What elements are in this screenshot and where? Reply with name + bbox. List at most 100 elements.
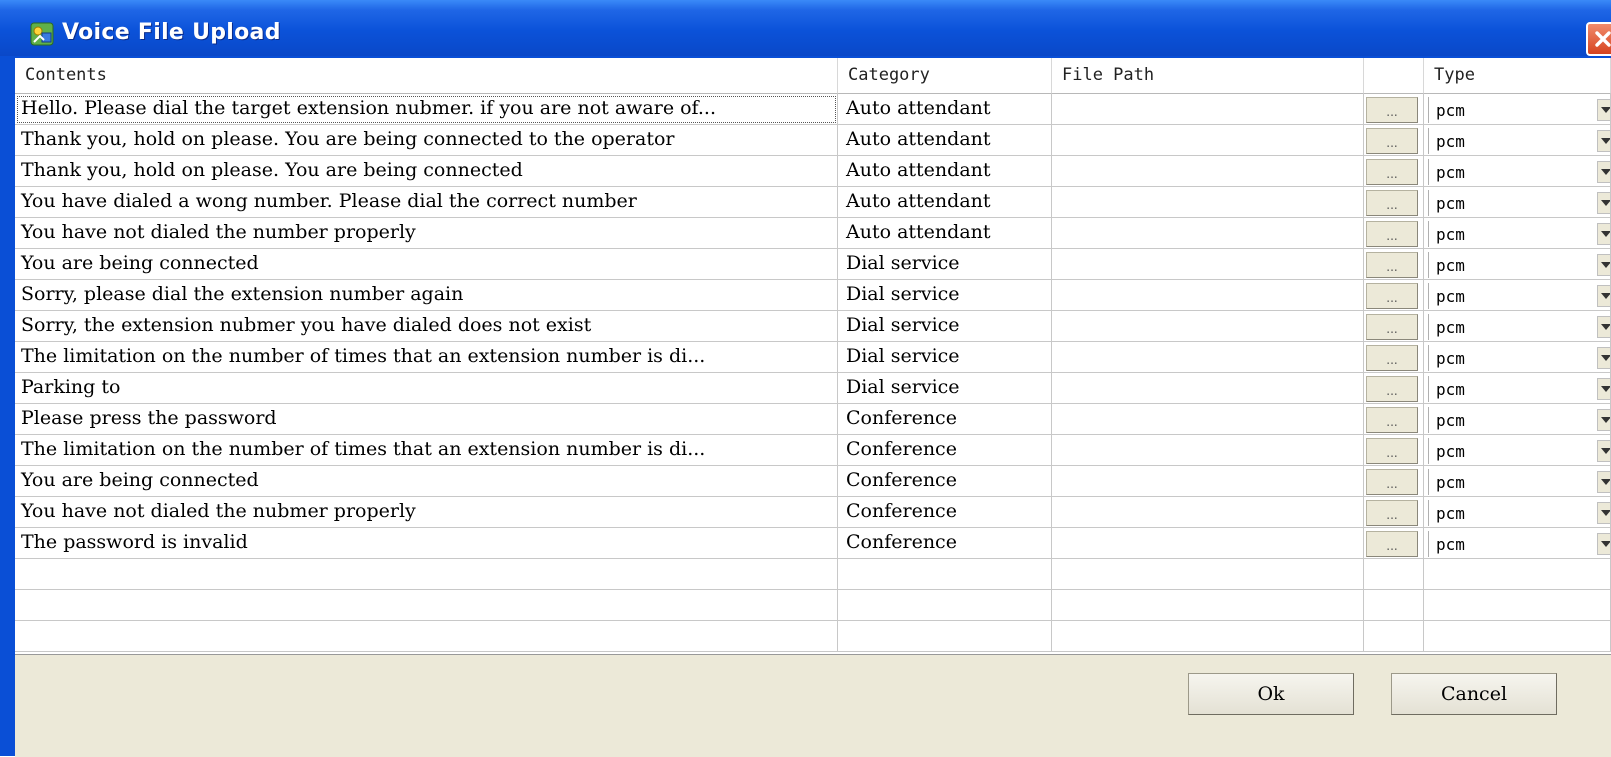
browse-button[interactable]: ...: [1366, 407, 1418, 433]
contents-cell[interactable]: [15, 590, 838, 621]
table-row[interactable]: Hello. Please dial the target extension …: [15, 94, 1611, 125]
column-header-file-path[interactable]: File Path: [1052, 58, 1364, 94]
file-path-cell[interactable]: [1052, 466, 1364, 497]
table-row[interactable]: Sorry, please dial the extension number …: [15, 280, 1611, 311]
file-path-cell[interactable]: [1052, 621, 1364, 652]
category-cell[interactable]: Dial service: [838, 373, 1052, 404]
category-cell[interactable]: Conference: [838, 528, 1052, 559]
category-cell[interactable]: Dial service: [838, 342, 1052, 373]
file-path-cell[interactable]: [1052, 342, 1364, 373]
table-row[interactable]: You have not dialed the number properly A…: [15, 218, 1611, 249]
category-cell[interactable]: Auto attendant: [838, 94, 1052, 125]
table-row[interactable]: Thank you, hold on please. You are being…: [15, 125, 1611, 156]
table-row[interactable]: The password is invalid Conference... pcm: [15, 528, 1611, 559]
contents-cell[interactable]: You are being connected: [15, 249, 838, 280]
close-button[interactable]: [1586, 22, 1611, 56]
table-row[interactable]: Sorry, the extension nubmer you have dia…: [15, 311, 1611, 342]
category-cell[interactable]: Dial service: [838, 249, 1052, 280]
type-select[interactable]: pcm: [1428, 531, 1611, 557]
type-select[interactable]: pcm: [1428, 159, 1611, 185]
browse-button[interactable]: ...: [1366, 314, 1418, 340]
chevron-down-icon[interactable]: [1597, 161, 1611, 183]
file-path-cell[interactable]: [1052, 497, 1364, 528]
title-bar[interactable]: Voice File Upload: [0, 0, 1611, 56]
column-header-category[interactable]: Category: [838, 58, 1052, 94]
contents-cell[interactable]: The limitation on the number of times th…: [15, 435, 838, 466]
browse-button[interactable]: ...: [1366, 500, 1418, 526]
chevron-down-icon[interactable]: [1597, 533, 1611, 555]
category-cell[interactable]: [838, 590, 1052, 621]
category-cell[interactable]: [838, 621, 1052, 652]
contents-cell[interactable]: You have dialed a wong number. Please di…: [15, 187, 838, 218]
file-path-cell[interactable]: [1052, 311, 1364, 342]
browse-button[interactable]: ...: [1366, 345, 1418, 371]
file-path-cell[interactable]: [1052, 528, 1364, 559]
type-select[interactable]: pcm: [1428, 128, 1611, 154]
contents-cell[interactable]: Please press the password: [15, 404, 838, 435]
category-cell[interactable]: Auto attendant: [838, 187, 1052, 218]
cancel-button[interactable]: Cancel: [1391, 673, 1557, 715]
table-row[interactable]: You are being connected Dial service... pc…: [15, 249, 1611, 280]
chevron-down-icon[interactable]: [1597, 409, 1611, 431]
file-path-cell[interactable]: [1052, 435, 1364, 466]
chevron-down-icon[interactable]: [1597, 192, 1611, 214]
file-path-cell[interactable]: [1052, 94, 1364, 125]
table-row[interactable]: You have dialed a wong number. Please di…: [15, 187, 1611, 218]
browse-button[interactable]: ...: [1366, 252, 1418, 278]
column-header-browse[interactable]: [1364, 58, 1424, 94]
contents-cell[interactable]: [15, 621, 838, 652]
file-path-cell[interactable]: [1052, 280, 1364, 311]
browse-button[interactable]: ...: [1366, 376, 1418, 402]
table-row[interactable]: The limitation on the number of times th…: [15, 342, 1611, 373]
type-select[interactable]: pcm: [1428, 97, 1611, 123]
category-cell[interactable]: Auto attendant: [838, 218, 1052, 249]
type-select[interactable]: pcm: [1428, 407, 1611, 433]
chevron-down-icon[interactable]: [1597, 99, 1611, 121]
file-path-cell[interactable]: [1052, 156, 1364, 187]
browse-button[interactable]: ...: [1366, 438, 1418, 464]
chevron-down-icon[interactable]: [1597, 130, 1611, 152]
table-row[interactable]: Thank you, hold on please. You are being…: [15, 156, 1611, 187]
chevron-down-icon[interactable]: [1597, 440, 1611, 462]
file-path-cell[interactable]: [1052, 125, 1364, 156]
browse-button[interactable]: ...: [1366, 221, 1418, 247]
category-cell[interactable]: [838, 559, 1052, 590]
category-cell[interactable]: Auto attendant: [838, 125, 1052, 156]
contents-cell[interactable]: Thank you, hold on please. You are being…: [15, 156, 838, 187]
file-path-cell[interactable]: [1052, 187, 1364, 218]
category-cell[interactable]: Conference: [838, 497, 1052, 528]
file-path-cell[interactable]: [1052, 590, 1364, 621]
contents-cell[interactable]: Thank you, hold on please. You are being…: [15, 125, 838, 156]
type-select[interactable]: pcm: [1428, 469, 1611, 495]
table-row[interactable]: Please press the password Conference... pc…: [15, 404, 1611, 435]
category-cell[interactable]: Auto attendant: [838, 156, 1052, 187]
category-cell[interactable]: Conference: [838, 404, 1052, 435]
table-row[interactable]: [15, 621, 1611, 652]
type-select[interactable]: pcm: [1428, 314, 1611, 340]
contents-cell[interactable]: The limitation on the number of times th…: [15, 342, 838, 373]
type-select[interactable]: pcm: [1428, 376, 1611, 402]
type-select[interactable]: pcm: [1428, 345, 1611, 371]
chevron-down-icon[interactable]: [1597, 223, 1611, 245]
category-cell[interactable]: Dial service: [838, 280, 1052, 311]
chevron-down-icon[interactable]: [1597, 471, 1611, 493]
table-row[interactable]: You have not dialed the nubmer properly C…: [15, 497, 1611, 528]
type-select[interactable]: pcm: [1428, 438, 1611, 464]
contents-cell[interactable]: [15, 559, 838, 590]
browse-button[interactable]: ...: [1366, 469, 1418, 495]
ok-button[interactable]: Ok: [1188, 673, 1354, 715]
type-select[interactable]: pcm: [1428, 283, 1611, 309]
table-row[interactable]: The limitation on the number of times th…: [15, 435, 1611, 466]
table-row[interactable]: [15, 559, 1611, 590]
table-row[interactable]: [15, 590, 1611, 621]
table-row[interactable]: Parking to Dial service... pcm: [15, 373, 1611, 404]
chevron-down-icon[interactable]: [1597, 502, 1611, 524]
browse-button[interactable]: ...: [1366, 159, 1418, 185]
file-path-cell[interactable]: [1052, 249, 1364, 280]
chevron-down-icon[interactable]: [1597, 285, 1611, 307]
contents-cell[interactable]: You have not dialed the nubmer properly: [15, 497, 838, 528]
type-select[interactable]: pcm: [1428, 500, 1611, 526]
contents-cell[interactable]: The password is invalid: [15, 528, 838, 559]
column-header-type[interactable]: Type: [1424, 58, 1611, 94]
column-header-contents[interactable]: Contents: [15, 58, 838, 94]
